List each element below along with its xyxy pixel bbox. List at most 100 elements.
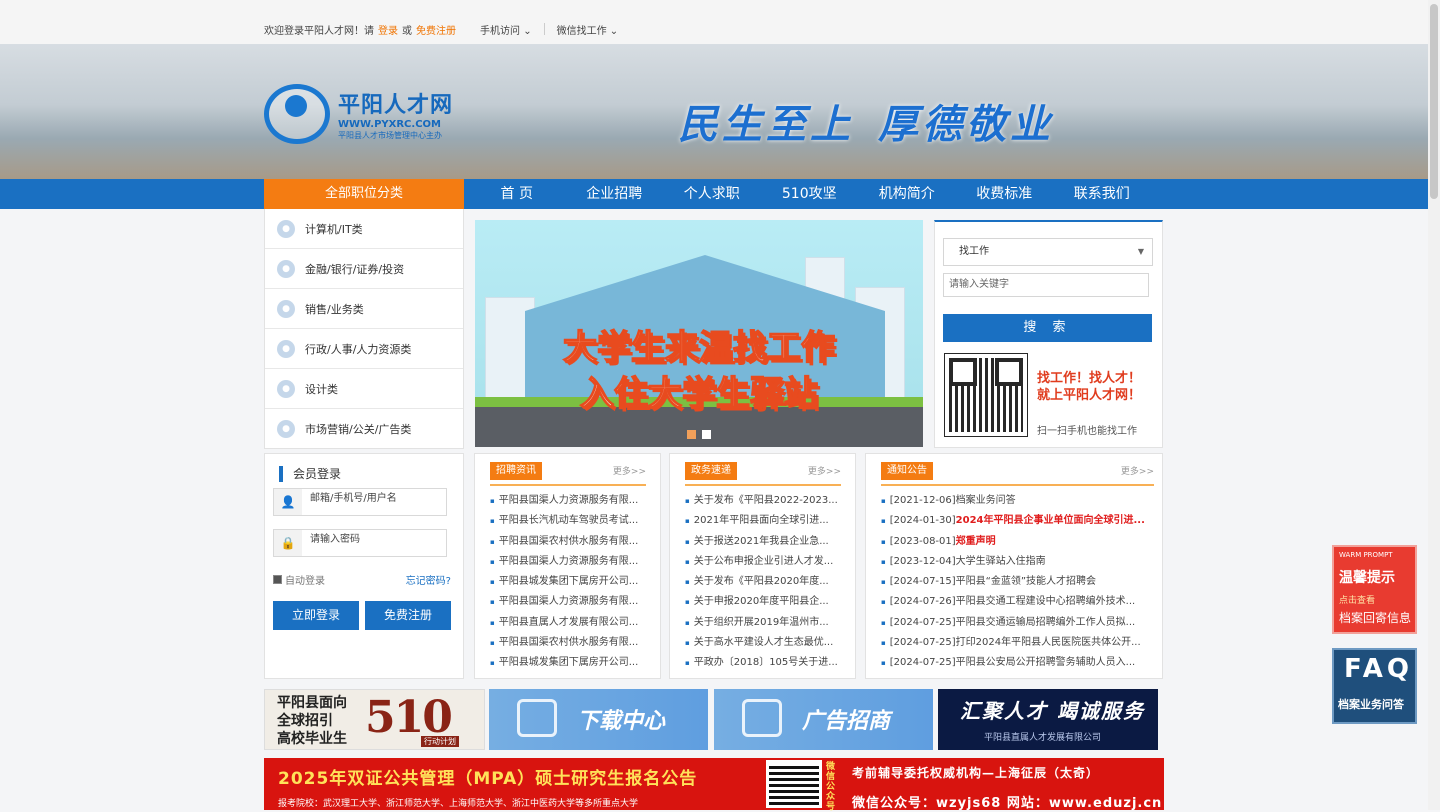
search-button[interactable]: 搜 索 [943,314,1152,342]
all-categories-button[interactable]: 全部职位分类 [264,179,464,209]
ad-talent-sub: 平阳县直属人才发展有限公司 [984,733,1102,743]
notice-date: [2023-12-04] [889,555,956,567]
more-link[interactable]: 更多>> [613,464,646,477]
login-link[interactable]: 登录 [378,22,398,37]
more-link[interactable]: 更多>> [808,464,841,477]
wechat-job-link[interactable]: 微信找工作 ⌄ [557,22,619,37]
notice-highlight: 郑重声明 [955,535,996,547]
notice-date: [2024-07-26] [889,596,956,608]
mpa-qr-code [766,760,822,808]
warm-prompt-title: 温馨提示 [1339,570,1395,586]
register-link[interactable]: 免费注册 [416,22,456,37]
notice-item[interactable]: [2024-07-25]打印2024年平阳县人民医院医共体公开... [881,633,1151,653]
mpa-ad-banner[interactable]: 2025年双证公共管理（MPA）硕士研究生报名公告 报考院校：武汉理工大学、浙江… [264,758,1164,812]
notice-item[interactable]: [2021-12-06]档案业务问答 [881,491,1151,511]
ad-talent-service[interactable]: 汇聚人才 竭诚服务 平阳县直属人才发展有限公司 [938,689,1158,750]
news-item[interactable]: 平阳县国渠人力资源服务有限... [490,552,650,572]
ad-510-line: 高校毕业生 [277,731,347,747]
forgot-password-link[interactable]: 忘记密码? [406,572,451,587]
carousel-dot[interactable] [687,430,696,439]
ad-advertising-label: 广告招商 [802,709,891,734]
nav-home[interactable]: 首 页 [468,179,566,209]
nav-company-recruit[interactable]: 企业招聘 [566,179,664,209]
news-item[interactable]: 平阳县长汽机动车驾驶员考试... [490,511,650,531]
notice-text: 平阳县“金蓝领”技能人才招聘会 [955,576,1097,588]
news-item[interactable]: 2021年平阳县面向全球引进... [685,511,845,531]
notice-item[interactable]: [2024-07-15]平阳县“金蓝领”技能人才招聘会 [881,572,1151,592]
scrollbar-thumb[interactable] [1430,4,1438,199]
recruit-news-tag[interactable]: 招聘资讯 [490,462,542,480]
notice-item[interactable]: [2023-08-01]郑重声明 [881,532,1151,552]
password-input[interactable]: 🔒 请输入密码 [273,529,447,557]
sales-icon: ● [277,299,295,318]
news-item[interactable]: 平阳县国渠人力资源服务有限... [490,592,650,612]
auto-login-label: 自动登录 [285,576,325,587]
news-item[interactable]: 平阳县国渠农村供水服务有限... [490,633,650,653]
category-item[interactable]: ● 计算机/IT类 [265,209,463,249]
news-item[interactable]: 关于高水平建设人才生态最优... [685,633,845,653]
category-label: 行政/人事/人力资源类 [305,342,412,356]
warm-prompt-float[interactable]: WARM PROMPT 温馨提示 点击查看 档案回寄信息 [1332,545,1417,634]
download-icon [517,699,557,737]
notice-item[interactable]: [2024-07-26]平阳县交通工程建设中心招聘编外技术... [881,592,1151,612]
banner-carousel[interactable]: 大学生来温找工作 入住大学生驿站 [475,220,923,447]
news-item[interactable]: 平阳县城发集团下属房开公司... [490,653,650,673]
faq-sub: 档案业务问答 [1338,698,1404,711]
mobile-access-label: 手机访问 [480,25,520,37]
more-link[interactable]: 更多>> [1121,464,1154,477]
notice-item[interactable]: [2023-12-04]大学生驿站入住指南 [881,552,1151,572]
ad-download-label: 下载中心 [577,709,666,734]
nav-contact[interactable]: 联系我们 [1053,179,1151,209]
news-item[interactable]: 关于报送2021年我县企业急... [685,532,845,552]
page-scrollbar[interactable] [1428,0,1440,810]
category-label: 销售/业务类 [305,302,364,316]
mpa-schools: 报考院校：武汉理工大学、浙江师范大学、上海师范大学、浙江中医药大学等多所重点大学 [278,799,639,809]
faq-title: FAQ [1344,654,1414,684]
mobile-access-link[interactable]: 手机访问 ⌄ [480,22,532,37]
ad-510-plan[interactable]: 平阳县面向 全球招引 高校毕业生 510 行动计划 [264,689,485,750]
notice-text: 档案业务问答 [955,495,1016,506]
news-item[interactable]: 关于组织开展2019年温州市... [685,613,845,633]
logo-org: 平阳县人才市场管理中心主办 [338,131,442,140]
category-item[interactable]: ● 设计类 [265,369,463,409]
auto-login-checkbox[interactable]: 自动登录 [273,572,325,587]
news-item[interactable]: 平阳县国渠农村供水服务有限... [490,532,650,552]
carousel-dot[interactable] [702,430,711,439]
category-item[interactable]: ● 市场营销/公关/广告类 [265,409,463,449]
logo-name: 平阳人才网 [338,93,454,118]
register-button[interactable]: 免费注册 [365,601,451,630]
gov-news-tag[interactable]: 政务速递 [685,462,737,480]
site-logo[interactable]: 平阳人才网 WWW.PYXRC.COM 平阳县人才市场管理中心主办 [264,84,453,144]
news-item[interactable]: 关于发布《平阳县2022-2023... [685,491,845,511]
caret-down-icon: ▼ [1137,247,1144,256]
nav-job-seek[interactable]: 个人求职 [663,179,761,209]
mpa-agency: 考前辅导委托权威机构—上海征辰（太奇） [852,766,1100,780]
notice-item[interactable]: [2024-07-25]平阳县交通运输局招聘编外工作人员拟... [881,613,1151,633]
category-item[interactable]: ● 销售/业务类 [265,289,463,329]
nav-fees[interactable]: 收费标准 [956,179,1054,209]
nav-about[interactable]: 机构简介 [858,179,956,209]
ad-download-center[interactable]: 下载中心 [489,689,708,750]
notice-item[interactable]: [2024-01-30]2024年平阳县企事业单位面向全球引进... [881,511,1151,531]
keyword-input[interactable]: 请输入关键字 [943,273,1149,297]
notice-tag[interactable]: 通知公告 [881,462,933,480]
news-item[interactable]: 平政办〔2018〕105号关于进... [685,653,845,673]
news-item[interactable]: 关于公布申报企业引进人才发... [685,552,845,572]
news-item[interactable]: 平阳县国渠人力资源服务有限... [490,491,650,511]
ad-advertising[interactable]: 广告招商 [714,689,933,750]
notice-text: 打印2024年平阳县人民医院医共体公开... [955,637,1141,649]
nav-510[interactable]: 510攻坚 [761,179,859,209]
notice-item[interactable]: [2024-07-25]平阳县公安局公开招聘警务辅助人员入... [881,653,1151,673]
main-nav: 全部职位分类 首 页 企业招聘 个人求职 510攻坚 机构简介 收费标准 联系我… [0,179,1428,209]
faq-float[interactable]: FAQ 档案业务问答 [1332,648,1417,724]
username-input[interactable]: 👤 邮箱/手机号/用户名 [273,488,447,516]
news-item[interactable]: 平阳县直属人才发展有限公司... [490,613,650,633]
news-item[interactable]: 平阳县城发集团下属房开公司... [490,572,650,592]
news-item[interactable]: 关于发布《平阳县2020年度... [685,572,845,592]
category-item[interactable]: ● 行政/人事/人力资源类 [265,329,463,369]
search-type-select[interactable]: 找工作 ▼ [943,238,1153,266]
login-button[interactable]: 立即登录 [273,601,359,630]
news-item[interactable]: 关于申报2020年度平阳县企... [685,592,845,612]
category-item[interactable]: ● 金融/银行/证券/投资 [265,249,463,289]
user-icon: 👤 [274,489,302,515]
